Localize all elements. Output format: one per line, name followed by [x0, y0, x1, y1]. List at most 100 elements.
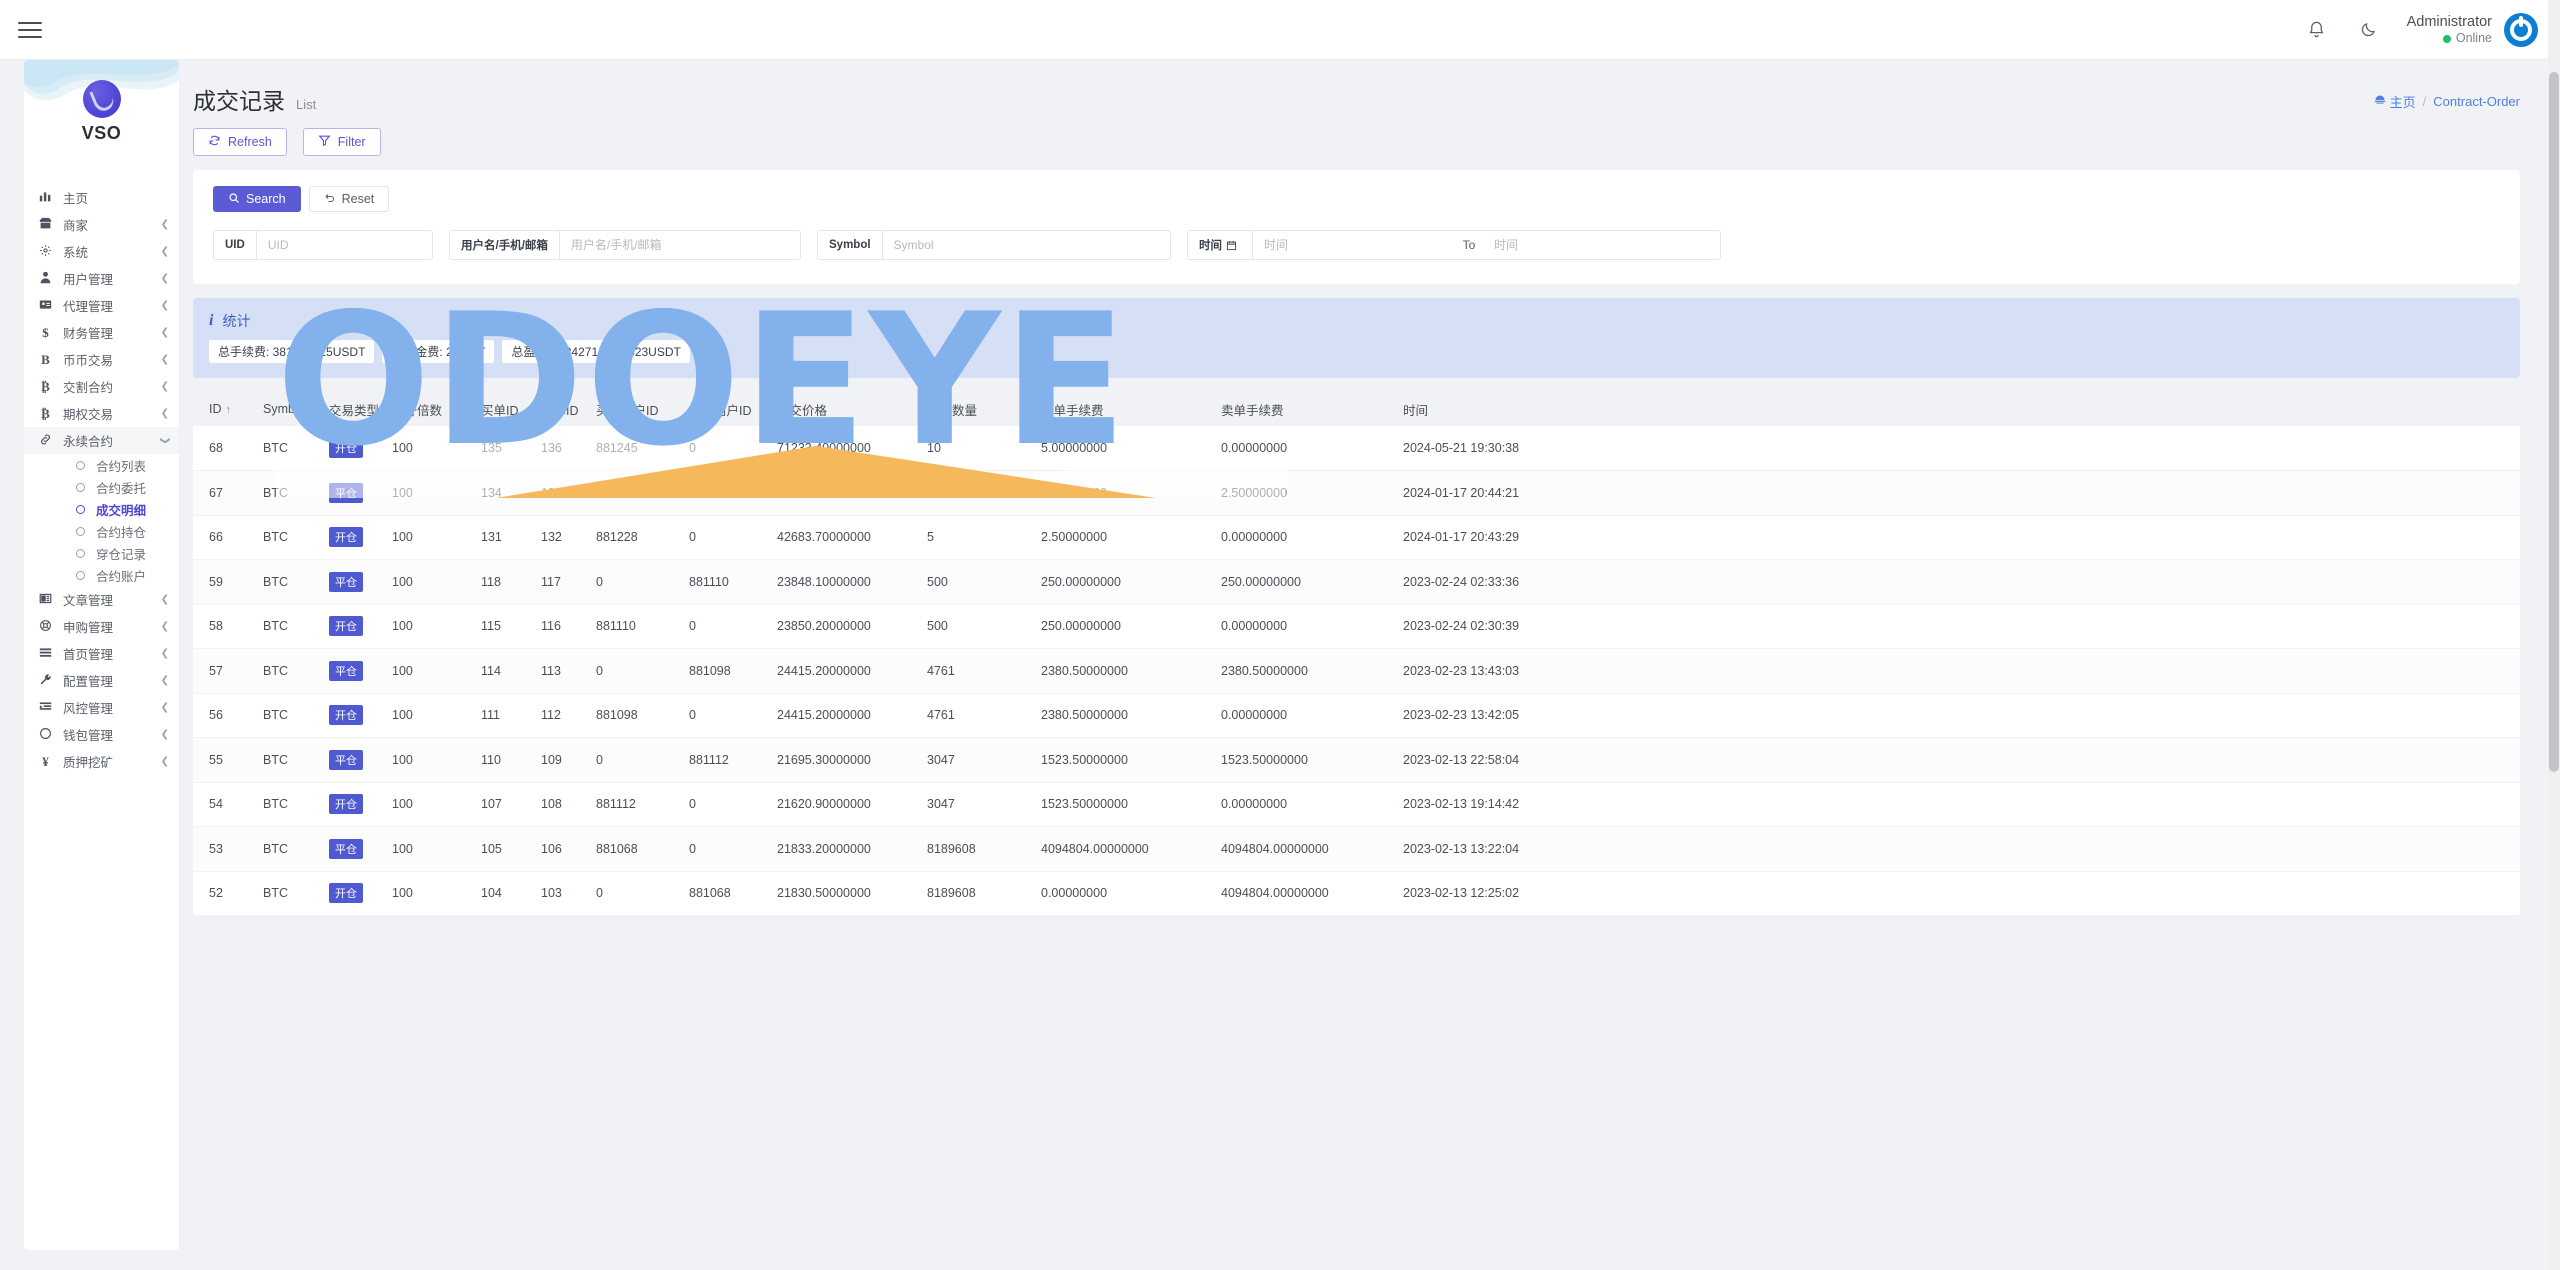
chevron-left-icon: ❮: [160, 675, 169, 686]
sidebar-item-option-trade[interactable]: ₿ 期权交易 ❮: [24, 400, 179, 427]
sidebar-item-config-mgmt[interactable]: 配置管理 ❮: [24, 667, 179, 694]
sidebar-item-label: 申购管理: [63, 621, 114, 635]
cell-time: 2023-02-13 13:22:04: [1395, 826, 2520, 872]
sidebar-item-finance-mgmt[interactable]: $ 财务管理 ❮: [24, 319, 179, 346]
table-row[interactable]: 58 BTC 开仓 100 115 116 881110 0 23850.20000000 500…: [193, 604, 2520, 649]
trade-type-badge: 平仓: [329, 660, 363, 681]
sidebar-item-staking-mining[interactable]: ¥ 质押挖矿 ❮: [24, 748, 179, 775]
cell-quantity: 500: [919, 559, 1033, 605]
cell-quantity: 3047: [919, 782, 1033, 827]
th-sell-order-id[interactable]: 卖单ID: [533, 392, 588, 426]
sidebar-item-subscription-mgmt[interactable]: 申购管理 ❮: [24, 613, 179, 640]
sidebar-subitem-contract-position[interactable]: 合约持仓: [24, 520, 179, 542]
breadcrumb-home[interactable]: 主页: [2374, 92, 2416, 111]
page-scrollbar-thumb[interactable]: [2549, 72, 2559, 772]
sidebar-item-coin-trade[interactable]: B 币币交易 ❮: [24, 346, 179, 373]
cell-leverage: 100: [384, 826, 473, 872]
user-status-label: Online: [2455, 30, 2492, 45]
chevron-left-icon: ❮: [160, 594, 169, 605]
username-input[interactable]: [559, 231, 800, 259]
symbol-input[interactable]: [882, 231, 1170, 259]
th-buy-fee[interactable]: 买单手续费: [1033, 392, 1213, 426]
cell-buy-order-id: 111: [473, 693, 533, 738]
sidebar-item-merchant[interactable]: 商家 ❮: [24, 211, 179, 238]
sidebar-item-article-mgmt[interactable]: 文章管理 ❮: [24, 586, 179, 613]
sidebar-item-agent-mgmt[interactable]: 代理管理 ❮: [24, 292, 179, 319]
sidebar-item-wallet-mgmt[interactable]: 钱包管理 ❮: [24, 721, 179, 748]
sidebar-item-label: 财务管理: [63, 327, 114, 341]
sidebar-item-system[interactable]: 系统 ❮: [24, 238, 179, 265]
table-row[interactable]: 52 BTC 开仓 100 104 103 0 881068 21830.50000000 818…: [193, 871, 2520, 916]
sidebar-item-delivery-contract[interactable]: ₿ 交割合约 ❮: [24, 373, 179, 400]
cell-leverage: 100: [384, 693, 473, 738]
table-row[interactable]: 55 BTC 平仓 100 110 109 0 881112 21695.30000000 304…: [193, 737, 2520, 783]
statistics-title: 统计: [222, 313, 251, 329]
cell-id: 66: [193, 515, 255, 560]
user-menu[interactable]: Administrator Online: [2407, 12, 2538, 47]
chevron-down-icon: ❮: [159, 436, 171, 445]
symbol-field-group: Symbol: [817, 230, 1171, 260]
moon-icon[interactable]: [2355, 16, 2383, 44]
sidebar-item-homepage-mgmt[interactable]: 首页管理 ❮: [24, 640, 179, 667]
cell-seller-uid: 0: [681, 604, 769, 649]
menu-toggle-icon[interactable]: [18, 15, 48, 45]
cell-seller-uid: 0: [681, 782, 769, 827]
uid-input[interactable]: [256, 231, 432, 259]
bell-icon[interactable]: [2303, 16, 2331, 44]
reset-button[interactable]: Reset: [308, 186, 390, 212]
sidebar-item-label: 期权交易: [63, 408, 114, 422]
sidebar-item-risk-mgmt[interactable]: 风控管理 ❮: [24, 694, 179, 721]
th-sell-fee[interactable]: 卖单手续费: [1213, 392, 1395, 426]
avatar[interactable]: [2504, 12, 2538, 47]
cell-seller-uid: 0: [681, 693, 769, 738]
trade-type-badge: 平仓: [329, 749, 363, 770]
cell-sell-fee: 0.00000000: [1213, 515, 1395, 560]
chevron-left-icon: ❮: [160, 273, 169, 284]
sidebar-subitem-liquidation-record[interactable]: 穿仓记录: [24, 542, 179, 564]
search-button[interactable]: Search: [213, 186, 301, 212]
date-from-input[interactable]: [1253, 231, 1455, 259]
th-seller-uid[interactable]: 卖家用户ID: [681, 392, 769, 426]
th-price[interactable]: 成交价格: [769, 392, 919, 426]
sidebar-item-perpetual-contract[interactable]: 永续合约 ❮: [24, 427, 179, 454]
th-id[interactable]: ID ↑: [193, 392, 255, 426]
table-row[interactable]: 68 BTC 开仓 100 135 136 881245 0 71233.40000000 10 5…: [193, 426, 2520, 471]
chevron-left-icon: ❮: [160, 648, 169, 659]
sidebar-subitem-contract-list[interactable]: 合约列表: [24, 454, 179, 476]
sidebar-subitem-contract-account[interactable]: 合约账户: [24, 564, 179, 586]
th-quantity[interactable]: 交易数量: [919, 392, 1033, 426]
date-range-to-label: To: [1455, 230, 1483, 260]
online-dot-icon: [2442, 34, 2451, 43]
table-row[interactable]: 54 BTC 开仓 100 107 108 881112 0 21620.90000000 304…: [193, 782, 2520, 827]
th-buyer-uid[interactable]: 买家用户ID: [588, 392, 681, 426]
th-leverage[interactable]: 杠杆倍数: [384, 392, 473, 426]
th-symbol[interactable]: Symbol: [255, 392, 321, 426]
link-icon: [38, 433, 53, 449]
cell-seller-uid: 0: [681, 426, 769, 471]
filter-button[interactable]: Filter: [302, 128, 381, 156]
cell-leverage: 100: [384, 648, 473, 694]
cell-seller-uid: 881110: [681, 559, 769, 605]
table-row[interactable]: 66 BTC 开仓 100 131 132 881228 0 42683.70000000 5 2.…: [193, 515, 2520, 560]
table-row[interactable]: 59 BTC 平仓 100 118 117 0 881110 23848.10000000 500…: [193, 559, 2520, 605]
bitcoin-icon: ₿: [41, 378, 50, 394]
table-head: ID ↑ Symbol 交易类型 杠杆倍数 买单ID 卖单ID 买家用户ID 卖家…: [193, 392, 2520, 426]
vso-logo-icon: [82, 80, 121, 118]
sidebar-subitem-contract-entrust[interactable]: 合约委托: [24, 476, 179, 498]
th-trade-type[interactable]: 交易类型: [321, 392, 384, 426]
date-to-input[interactable]: [1483, 231, 1720, 259]
table-row[interactable]: 56 BTC 开仓 100 111 112 881098 0 24415.20000000 476…: [193, 693, 2520, 738]
sidebar-item-home[interactable]: 主页: [24, 184, 179, 211]
sidebar-subitem-label: 成交明细: [96, 503, 147, 518]
cell-buyer-uid: 881110: [588, 604, 681, 649]
cell-sell-fee: 2380.50000000: [1213, 648, 1395, 694]
th-buy-order-id[interactable]: 买单ID: [473, 392, 533, 426]
th-time[interactable]: 时间: [1395, 392, 2520, 426]
table-row[interactable]: 57 BTC 平仓 100 114 113 0 881098 24415.20000000 476…: [193, 648, 2520, 694]
refresh-button[interactable]: Refresh: [193, 128, 287, 156]
sidebar-subitem-trade-detail[interactable]: 成交明细: [24, 498, 179, 520]
table-row[interactable]: 53 BTC 平仓 100 105 106 881068 0 21833.20000000 818…: [193, 826, 2520, 872]
cell-time: 2023-02-13 12:25:02: [1395, 871, 2520, 916]
sidebar-item-user-mgmt[interactable]: 用户管理 ❮: [24, 265, 179, 292]
table-row[interactable]: 67 BTC 平仓 100 134 133 0 881228 42659.90000000 5 2.…: [193, 470, 2520, 516]
